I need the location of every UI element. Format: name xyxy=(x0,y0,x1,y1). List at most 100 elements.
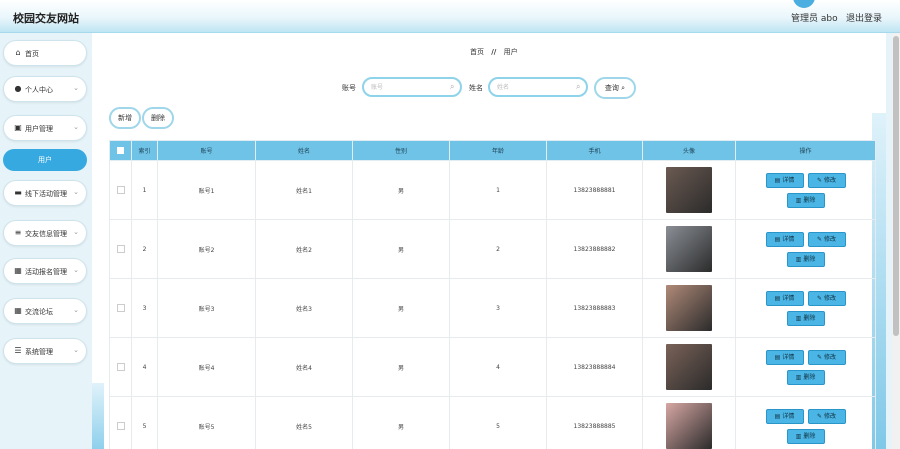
delete-button[interactable]: ▥ 删除 xyxy=(786,192,825,208)
pencil-icon: ✎ xyxy=(816,412,822,420)
row-checkbox[interactable] xyxy=(116,363,125,371)
cell-index: 4 xyxy=(131,337,158,397)
edit-label: 修改 xyxy=(824,294,837,302)
cell-index: 2 xyxy=(131,219,158,279)
delete-button[interactable]: ▥ 删除 xyxy=(786,428,825,444)
document-icon: ▤ xyxy=(774,176,781,184)
account-search-input[interactable] xyxy=(362,77,462,97)
edit-label: 修改 xyxy=(824,235,837,243)
user-photo xyxy=(666,344,712,390)
delete-button[interactable]: ▥ 删除 xyxy=(786,251,825,267)
cell-gender: 男 xyxy=(352,337,450,397)
delete-button[interactable]: ▥ 删除 xyxy=(786,310,825,326)
delete-button[interactable]: ▥ 删除 xyxy=(786,369,825,385)
list-icon: ≡ xyxy=(14,228,22,237)
document-icon: ▤ xyxy=(774,353,781,361)
column-header: 手机 xyxy=(546,140,643,161)
cell-phone: 13823888884 xyxy=(546,337,643,397)
home-icon: ⌂ xyxy=(15,48,21,57)
edit-button[interactable]: ✎ 修改 xyxy=(807,408,846,424)
chevron-down-icon: ⌄ xyxy=(73,266,79,274)
sidebar-item-home[interactable]: ⌂ 首页 xyxy=(3,40,87,66)
sidebar-item-offline-activity[interactable]: ▬ 线下活动管理 ⌄ xyxy=(3,180,87,206)
edit-button[interactable]: ✎ 修改 xyxy=(807,290,846,306)
cell-account: 账号2 xyxy=(157,219,256,279)
table-row: 2 账号2 姓名2 男 2 13823888882 ▤ 详情 ✎ 修改 ▥ 删除 xyxy=(109,219,876,279)
delete-label: 删除 xyxy=(803,432,816,440)
cell-index: 5 xyxy=(131,396,158,449)
cell-phone: 13823888882 xyxy=(546,219,643,279)
sidebar-subitem-users[interactable]: 用户 xyxy=(3,149,87,171)
column-header: 年龄 xyxy=(449,140,547,161)
row-checkbox[interactable] xyxy=(116,245,125,253)
detail-button[interactable]: ▤ 详情 xyxy=(765,349,804,365)
breadcrumb-home[interactable]: 首页 xyxy=(470,48,484,56)
row-checkbox[interactable] xyxy=(116,422,125,430)
cell-gender: 男 xyxy=(352,396,450,449)
sidebar-item-activity-signup[interactable]: ▦ 活动报名管理 ⌄ xyxy=(3,258,87,284)
column-header: 性别 xyxy=(352,140,450,161)
cell-account: 账号1 xyxy=(157,160,256,220)
batch-delete-button[interactable]: 删除 xyxy=(142,107,174,129)
sidebar-item-forum[interactable]: ▦ 交流论坛 ⌄ xyxy=(3,298,87,324)
edit-button[interactable]: ✎ 修改 xyxy=(807,172,846,188)
sidebar-item-label: 活动报名管理 xyxy=(25,268,67,276)
cell-phone: 13823888885 xyxy=(546,396,643,449)
document-icon: ▤ xyxy=(774,294,781,302)
logout-link[interactable]: 退出登录 xyxy=(846,11,882,24)
chevron-down-icon: ⌄ xyxy=(73,306,79,314)
breadcrumb-current: 用户 xyxy=(503,48,518,56)
sliders-icon: ☰ xyxy=(14,346,22,355)
select-all-cell[interactable] xyxy=(109,140,132,161)
cell-gender: 男 xyxy=(352,160,450,220)
cell-age: 3 xyxy=(449,278,547,338)
select-all-checkbox[interactable] xyxy=(117,147,124,154)
table-header-row: 索引 账号 姓名 性别 年龄 手机 头像 操作 xyxy=(109,140,876,161)
add-button[interactable]: 新增 xyxy=(109,107,141,129)
edit-button[interactable]: ✎ 修改 xyxy=(807,231,846,247)
column-header: 操作 xyxy=(735,140,876,161)
grid-icon: ▦ xyxy=(14,266,22,275)
sidebar-item-label: 交友信息管理 xyxy=(25,230,67,238)
trash-icon: ▥ xyxy=(795,196,802,204)
pencil-icon: ✎ xyxy=(816,235,822,243)
detail-label: 详情 xyxy=(782,176,795,184)
detail-button[interactable]: ▤ 详情 xyxy=(765,408,804,424)
search-icon: ⌕ xyxy=(576,82,581,91)
user-photo xyxy=(666,403,712,449)
detail-button[interactable]: ▤ 详情 xyxy=(765,290,804,306)
detail-button[interactable]: ▤ 详情 xyxy=(765,172,804,188)
sidebar-item-label: 交流论坛 xyxy=(25,308,53,316)
sidebar-item-user-management[interactable]: ▣ 用户管理 ⌄ xyxy=(3,115,87,141)
table-row: 4 账号4 姓名4 男 4 13823888884 ▤ 详情 ✎ 修改 ▥ 删除 xyxy=(109,337,876,397)
scrollbar-thumb[interactable] xyxy=(893,36,899,336)
sidebar-item-label: 首页 xyxy=(25,50,39,58)
cell-account: 账号4 xyxy=(157,337,256,397)
sidebar: ⌂ 首页 ● 个人中心 ⌄ ▣ 用户管理 ⌄ 用户 ▬ 线下活动管理 ⌄ ≡ 交… xyxy=(0,33,92,449)
chevron-down-icon: ⌄ xyxy=(73,123,79,131)
detail-label: 详情 xyxy=(782,412,795,420)
row-checkbox[interactable] xyxy=(116,186,125,194)
cell-name: 姓名5 xyxy=(255,396,353,449)
detail-button[interactable]: ▤ 详情 xyxy=(765,231,804,247)
name-search-input[interactable] xyxy=(488,77,588,97)
delete-label: 删除 xyxy=(803,196,816,204)
row-checkbox[interactable] xyxy=(116,304,125,312)
sidebar-item-system[interactable]: ☰ 系统管理 ⌄ xyxy=(3,338,87,364)
table-row: 1 账号1 姓名1 男 1 13823888881 ▤ 详情 ✎ 修改 ▥ 删除 xyxy=(109,160,876,220)
chevron-down-icon: ⌄ xyxy=(73,228,79,236)
user-photo xyxy=(666,226,712,272)
delete-label: 删除 xyxy=(803,314,816,322)
sidebar-item-personal-center[interactable]: ● 个人中心 ⌄ xyxy=(3,76,87,102)
query-button[interactable]: 查询 ⌕ xyxy=(594,77,636,99)
sidebar-item-dating-info[interactable]: ≡ 交友信息管理 ⌄ xyxy=(3,220,87,246)
cell-name: 姓名2 xyxy=(255,219,353,279)
cell-name: 姓名4 xyxy=(255,337,353,397)
chevron-down-icon: ⌄ xyxy=(73,346,79,354)
edit-button[interactable]: ✎ 修改 xyxy=(807,349,846,365)
chevron-down-icon: ⌄ xyxy=(73,84,79,92)
admin-avatar[interactable] xyxy=(793,0,815,8)
column-header: 索引 xyxy=(131,140,158,161)
user-table: 索引 账号 姓名 性别 年龄 手机 头像 操作 1 账号1 姓名1 男 1 13… xyxy=(109,140,876,449)
cell-phone: 13823888883 xyxy=(546,278,643,338)
